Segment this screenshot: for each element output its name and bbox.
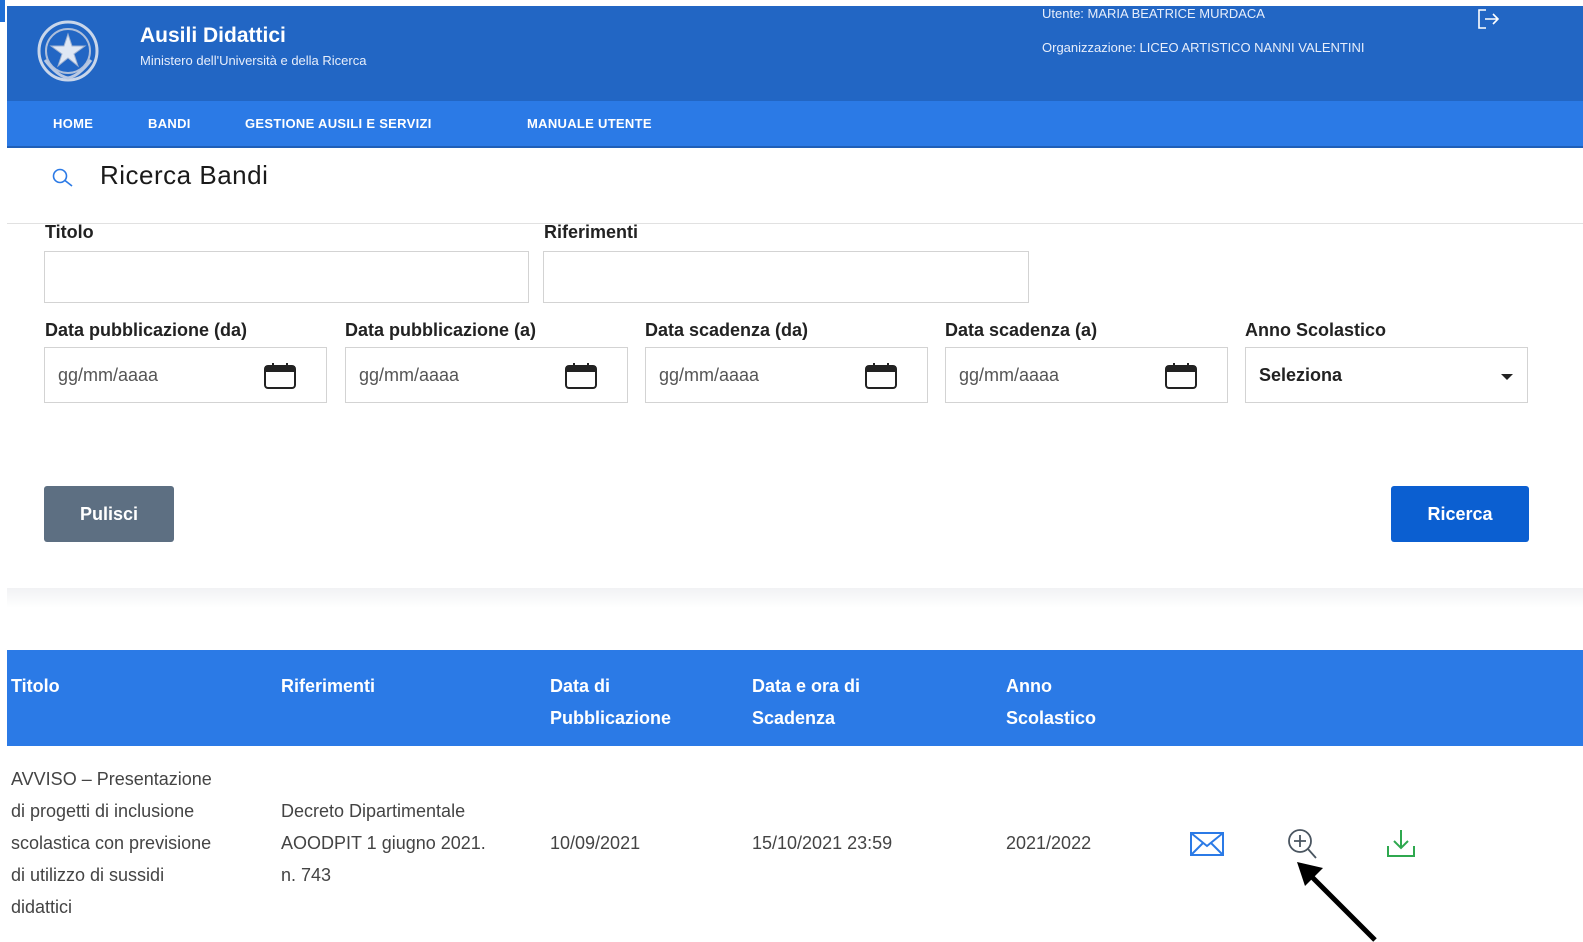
th-titolo: Titolo bbox=[11, 670, 60, 702]
cell-riferimenti-line: Decreto Dipartimentale bbox=[281, 801, 466, 821]
date-placeholder: gg/mm/aaaa bbox=[959, 365, 1060, 385]
page-title: Ricerca Bandi bbox=[50, 160, 268, 191]
organization-name: Organizzazione: LICEO ARTISTICO NANNI VA… bbox=[1042, 40, 1365, 55]
cell-titolo-line: AVVISO – Presentazione bbox=[11, 769, 212, 789]
cell-riferimenti: Decreto Dipartimentale AOODPIT 1 giugno … bbox=[281, 795, 531, 891]
th-anno-scolastico: Anno Scolastico bbox=[1006, 670, 1096, 734]
calendar-icon[interactable] bbox=[1164, 362, 1198, 390]
cell-titolo-line: di utilizzo di sussidi bbox=[11, 865, 165, 885]
mail-icon[interactable] bbox=[1187, 831, 1227, 857]
th-riferimenti-text: Riferimenti bbox=[281, 676, 376, 696]
th-scad-line2: Scadenza bbox=[752, 708, 836, 728]
pointer-arrow-annotation bbox=[1297, 862, 1377, 942]
pub-da-date-field[interactable]: gg/mm/aaaa bbox=[44, 347, 327, 403]
date-placeholder: gg/mm/aaaa bbox=[359, 365, 460, 385]
th-pub-line2: Pubblicazione bbox=[550, 708, 672, 728]
cell-anno-scolastico: 2021/2022 bbox=[1006, 833, 1092, 853]
titolo-input[interactable] bbox=[44, 251, 529, 303]
cell-riferimenti-line: AOODPIT 1 giugno 2021. bbox=[281, 833, 486, 853]
page-title-text: Ricerca Bandi bbox=[100, 160, 269, 190]
th-riferimenti: Riferimenti bbox=[281, 670, 375, 702]
download-icon[interactable] bbox=[1383, 826, 1419, 860]
calendar-icon[interactable] bbox=[564, 362, 598, 390]
th-pub-line1: Data di bbox=[550, 676, 611, 696]
results-table-header: Titolo Riferimenti Data di Pubblicazione… bbox=[7, 650, 1583, 746]
th-data-pubblicazione: Data di Pubblicazione bbox=[550, 670, 671, 734]
anno-label: Anno Scolastico bbox=[1245, 320, 1387, 340]
anno-scolastico-select[interactable]: Seleziona bbox=[1245, 347, 1528, 403]
section-separator bbox=[7, 588, 1583, 608]
th-anno-line2: Scolastico bbox=[1006, 708, 1097, 728]
chevron-down-icon bbox=[1501, 374, 1513, 380]
pub-da-label: Data pubblicazione (da) bbox=[45, 320, 248, 340]
scad-da-label: Data scadenza (da) bbox=[645, 320, 809, 340]
riferimenti-input[interactable] bbox=[543, 251, 1029, 303]
cell-riferimenti-line: n. 743 bbox=[281, 865, 332, 885]
app-subtitle: Ministero dell'Università e della Ricerc… bbox=[140, 53, 367, 68]
user-name: Utente: MARIA BEATRICE MURDACA bbox=[1042, 6, 1265, 21]
cell-titolo-line: di progetti di inclusione bbox=[11, 801, 195, 821]
th-anno-line1: Anno bbox=[1006, 676, 1052, 696]
search-icon bbox=[52, 168, 73, 187]
anno-selected-value: Seleziona bbox=[1259, 365, 1343, 385]
cell-data-scadenza: 15/10/2021 23:59 bbox=[752, 833, 893, 853]
cell-titolo: AVVISO – Presentazione di progetti di in… bbox=[11, 763, 261, 923]
nav-manuale-utente[interactable]: MANUALE UTENTE bbox=[527, 116, 652, 131]
calendar-icon[interactable] bbox=[864, 362, 898, 390]
nav-gestione-ausili[interactable]: GESTIONE AUSILI E SERVIZI bbox=[245, 116, 432, 131]
logout-icon[interactable] bbox=[1477, 8, 1501, 30]
divider bbox=[7, 223, 1583, 224]
date-placeholder: gg/mm/aaaa bbox=[58, 365, 159, 385]
left-accent-bar bbox=[0, 0, 5, 22]
nav-bandi[interactable]: BANDI bbox=[148, 116, 191, 131]
republic-emblem-logo bbox=[37, 20, 99, 82]
pub-a-date-field[interactable]: gg/mm/aaaa bbox=[345, 347, 628, 403]
search-button[interactable]: Ricerca bbox=[1391, 486, 1529, 542]
main-navbar: HOME BANDI GESTIONE AUSILI E SERVIZI MAN… bbox=[7, 101, 1583, 148]
titolo-label: Titolo bbox=[45, 222, 94, 242]
riferimenti-label: Riferimenti bbox=[544, 222, 639, 242]
th-titolo-text: Titolo bbox=[11, 676, 60, 696]
app-title: Ausili Didattici bbox=[140, 24, 286, 47]
cell-data-pubblicazione: 10/09/2021 bbox=[550, 833, 641, 853]
cell-titolo-line: didattici bbox=[11, 897, 73, 917]
clear-button[interactable]: Pulisci bbox=[44, 486, 174, 542]
nav-home[interactable]: HOME bbox=[53, 116, 93, 131]
date-placeholder: gg/mm/aaaa bbox=[659, 365, 760, 385]
scad-a-date-field[interactable]: gg/mm/aaaa bbox=[945, 347, 1228, 403]
app-header: Ausili Didattici Ministero dell'Universi… bbox=[7, 6, 1583, 101]
scad-da-date-field[interactable]: gg/mm/aaaa bbox=[645, 347, 928, 403]
cell-titolo-line: scolastica con previsione bbox=[11, 833, 212, 853]
th-scad-line1: Data e ora di bbox=[752, 676, 861, 696]
scad-a-label: Data scadenza (a) bbox=[945, 320, 1098, 340]
pub-a-label: Data pubblicazione (a) bbox=[345, 320, 537, 340]
th-data-scadenza: Data e ora di Scadenza bbox=[752, 670, 860, 734]
calendar-icon[interactable] bbox=[263, 362, 297, 390]
